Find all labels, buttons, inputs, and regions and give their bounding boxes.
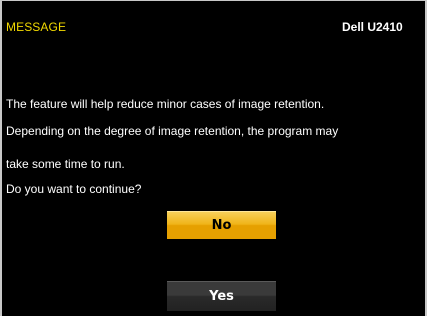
no-button[interactable]: No (167, 211, 276, 239)
message-line-3: take some time to run. (6, 157, 125, 171)
dialog-title: MESSAGE (6, 20, 67, 34)
message-line-2: Depending on the degree of image retenti… (6, 124, 339, 138)
yes-button[interactable]: Yes (167, 281, 276, 311)
monitor-model-label: Dell U2410 (342, 20, 403, 34)
message-line-1: The feature will help reduce minor cases… (6, 97, 325, 111)
message-line-4: Do you want to continue? (6, 182, 142, 196)
osd-message-dialog: MESSAGE Dell U2410 The feature will help… (0, 0, 427, 316)
